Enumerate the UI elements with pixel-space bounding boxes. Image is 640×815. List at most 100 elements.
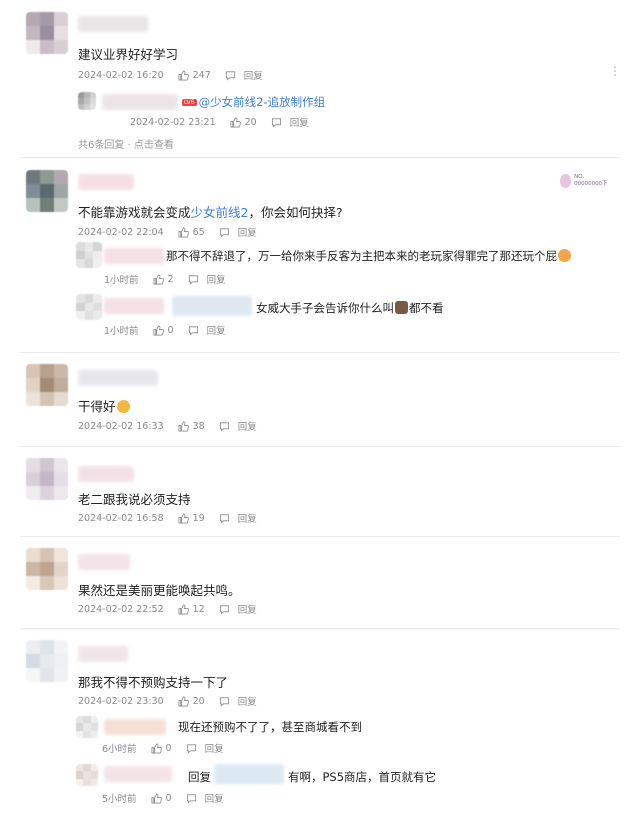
comment-meta: 2024-02-02 16:20 247 回复 xyxy=(78,68,263,83)
avatar[interactable] xyxy=(26,12,68,54)
badge-icon xyxy=(560,174,572,188)
timestamp: 2024-02-02 23:21 xyxy=(130,116,216,128)
like-button[interactable]: 0 xyxy=(151,793,172,804)
more-options-icon[interactable]: ⋮ xyxy=(609,64,621,78)
reply-button[interactable]: 回复 xyxy=(238,419,257,433)
reply-text-part: 都不看 xyxy=(409,301,444,315)
like-count: 20 xyxy=(192,695,205,707)
avatar[interactable] xyxy=(26,364,68,406)
avatar[interactable] xyxy=(26,640,68,682)
reply-meta: 1小时前 0 回复 xyxy=(104,323,226,338)
thumbs-up-icon xyxy=(230,117,241,127)
comment-icon[interactable] xyxy=(186,793,197,804)
like-button[interactable]: 2 xyxy=(153,274,174,285)
like-button[interactable]: 19 xyxy=(178,513,205,524)
like-button[interactable]: 12 xyxy=(178,604,205,615)
comment-meta: 2024-02-02 16:33 38 回复 xyxy=(78,419,257,434)
avatar[interactable] xyxy=(26,170,68,212)
reply-button[interactable]: 回复 xyxy=(238,694,257,708)
reply-button[interactable]: 回复 xyxy=(205,741,224,755)
avatar[interactable] xyxy=(76,294,102,320)
divider xyxy=(20,157,620,158)
username-blurred[interactable] xyxy=(104,248,164,264)
thumbs-up-icon xyxy=(178,513,189,523)
avatar[interactable] xyxy=(76,764,98,786)
mention-link[interactable]: @少女前线2-追放制作组 xyxy=(199,95,325,109)
like-button[interactable]: 20 xyxy=(178,696,205,707)
comment-text: 老二跟我说必须支持 xyxy=(78,492,191,507)
reply-button[interactable]: 回复 xyxy=(207,272,226,286)
comment-text: 建议业界好好学习 xyxy=(78,47,179,62)
comment-text-content: 干得好 xyxy=(78,399,116,414)
avatar[interactable] xyxy=(26,458,68,500)
username-blurred[interactable] xyxy=(78,174,134,190)
reply-button[interactable]: 回复 xyxy=(205,791,224,805)
view-more-replies-link[interactable]: 共6条回复 · 点击查看 xyxy=(78,136,174,151)
thumbs-up-icon xyxy=(178,696,189,706)
username-blurred[interactable] xyxy=(78,466,134,482)
divider xyxy=(20,446,620,447)
username-blurred[interactable] xyxy=(78,554,130,570)
comment-text: 干得好 xyxy=(78,396,131,415)
timestamp: 2024-02-02 22:04 xyxy=(78,226,164,238)
comment-icon[interactable] xyxy=(219,513,230,524)
username-blurred[interactable] xyxy=(104,766,172,782)
reply-text: 女威大手子会告诉你什么叫 都不看 xyxy=(256,300,444,316)
like-count: 2 xyxy=(167,273,174,285)
comment-icon[interactable] xyxy=(219,696,230,707)
avatar[interactable] xyxy=(78,92,96,110)
avatar[interactable] xyxy=(26,548,68,590)
emoji-icon xyxy=(116,400,130,413)
like-count: 12 xyxy=(192,603,205,615)
username-blurred[interactable] xyxy=(102,94,178,110)
comment-icon[interactable] xyxy=(271,117,282,128)
reply-meta: 2024-02-02 23:21 20 回复 xyxy=(130,115,309,130)
like-count: 0 xyxy=(167,324,174,336)
comment-icon[interactable] xyxy=(219,421,230,432)
comment-icon[interactable] xyxy=(225,70,236,81)
reply-button[interactable]: 回复 xyxy=(290,115,309,129)
like-button[interactable]: 247 xyxy=(178,70,211,81)
like-count: 19 xyxy=(192,512,205,524)
avatar[interactable] xyxy=(76,242,102,268)
comment-icon[interactable] xyxy=(188,325,199,336)
comment-text: 那我不得不预购支持一下了 xyxy=(78,675,229,690)
like-button[interactable]: 38 xyxy=(178,421,205,432)
comment-text: 果然还是美丽更能唤起共鸣。 xyxy=(78,583,241,598)
reply-button[interactable]: 回复 xyxy=(238,225,257,239)
comment-text-part: ，你会如何抉择? xyxy=(248,205,343,220)
mention-blurred[interactable] xyxy=(214,764,284,784)
username-blurred[interactable] xyxy=(78,646,128,662)
like-button[interactable]: 0 xyxy=(153,325,174,336)
mention-blurred[interactable] xyxy=(172,296,252,316)
like-count: 0 xyxy=(165,792,172,804)
like-count: 247 xyxy=(192,69,211,81)
username-blurred[interactable] xyxy=(104,719,166,735)
topic-link[interactable]: 少女前线2 xyxy=(191,205,249,220)
username-blurred[interactable] xyxy=(104,298,164,314)
like-count: 65 xyxy=(192,226,205,238)
username-blurred[interactable] xyxy=(78,370,158,386)
comment-meta: 2024-02-02 23:30 20 回复 xyxy=(78,694,257,709)
like-button[interactable]: 0 xyxy=(151,743,172,754)
like-button[interactable]: 65 xyxy=(178,227,205,238)
reply-text: 那不得不辞退了，万一给你来手反客为主把本来的老玩家得罪完了那还玩个屁 xyxy=(166,248,572,264)
comment-icon[interactable] xyxy=(188,274,199,285)
comment-icon[interactable] xyxy=(186,743,197,754)
comment-icon[interactable] xyxy=(219,604,230,615)
timestamp: 2024-02-02 16:58 xyxy=(78,512,164,524)
thumbs-up-icon xyxy=(178,421,189,431)
avatar[interactable] xyxy=(76,716,98,738)
like-button[interactable]: 20 xyxy=(230,117,257,128)
reply-button[interactable]: 回复 xyxy=(238,602,257,616)
reply-button[interactable]: 回复 xyxy=(238,511,257,525)
comment-meta: 2024-02-02 22:52 12 回复 xyxy=(78,602,257,617)
reply-button[interactable]: 回复 xyxy=(244,68,263,82)
like-count: 20 xyxy=(244,116,257,128)
reply-meta: 5小时前 0 回复 xyxy=(102,791,224,806)
thumbs-up-icon xyxy=(153,325,164,335)
username-blurred[interactable] xyxy=(78,16,148,32)
comment-icon[interactable] xyxy=(219,227,230,238)
timestamp: 2024-02-02 16:33 xyxy=(78,420,164,432)
reply-button[interactable]: 回复 xyxy=(207,323,226,337)
